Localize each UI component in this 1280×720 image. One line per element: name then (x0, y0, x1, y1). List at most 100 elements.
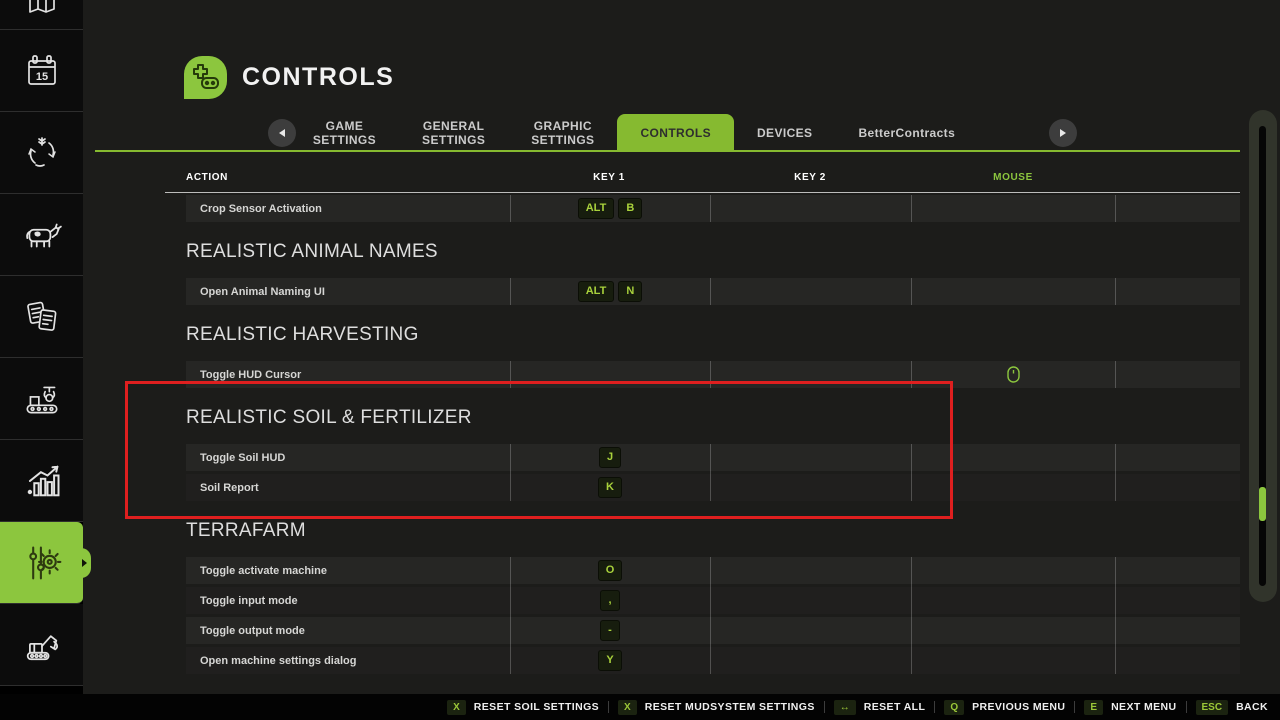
spacer-cell (1115, 557, 1240, 584)
tab-graphic-settings[interactable]: GRAPHIC SETTINGS (508, 114, 617, 152)
production-icon (21, 378, 63, 420)
footer-action-next-menu[interactable]: ENEXT MENU (1084, 700, 1176, 715)
page-header: CONTROLS (184, 56, 394, 99)
mouse-cell[interactable] (911, 361, 1115, 388)
keybinding-row[interactable]: Open Animal Naming UIALTN (186, 278, 1240, 305)
scrollbar[interactable] (1249, 110, 1277, 602)
key-badge: N (618, 281, 642, 302)
action-label: Toggle HUD Cursor (186, 361, 510, 388)
mouse-cell[interactable] (911, 557, 1115, 584)
key2-cell[interactable] (710, 444, 911, 471)
key1-cell[interactable]: ALTB (510, 195, 710, 222)
tab-general-settings[interactable]: GENERAL SETTINGS (399, 114, 508, 152)
column-divider (510, 444, 511, 501)
key2-cell[interactable] (710, 647, 911, 674)
key2-cell[interactable] (710, 278, 911, 305)
key-hint-badge: Q (944, 700, 964, 715)
keybinding-row[interactable]: Toggle HUD Cursor (186, 361, 1240, 388)
scrollbar-track[interactable] (1259, 126, 1266, 586)
footer-action-reset-soil-settings[interactable]: X RESET SOIL SETTINGS (447, 700, 599, 715)
sidebar-item-crop-rotation[interactable] (0, 112, 83, 194)
column-divider (1115, 557, 1116, 674)
mouse-cell[interactable] (911, 195, 1115, 222)
keybinding-row[interactable]: Soil ReportK (186, 474, 1240, 501)
key1-cell[interactable]: , (510, 587, 710, 614)
footer-separator (1186, 701, 1187, 713)
sidebar-item-contracts[interactable] (0, 276, 83, 358)
scrollbar-thumb[interactable] (1259, 487, 1266, 521)
sidebar-item-animals[interactable] (0, 194, 83, 276)
column-header-key-2: KEY 2 (794, 172, 826, 183)
keybinding-row[interactable]: Crop Sensor ActivationALTB (186, 195, 1240, 222)
tab-bettercontracts[interactable]: BetterContracts (835, 114, 978, 152)
chevron-left-icon (279, 129, 285, 137)
column-divider (710, 195, 711, 222)
keybinding-row[interactable]: Toggle input mode, (186, 587, 1240, 614)
footer-action-reset-mudsystem-settings[interactable]: XRESET MUDSYSTEM SETTINGS (618, 700, 815, 715)
keybinding-row[interactable]: Open machine settings dialogY (186, 647, 1240, 674)
crop-rotation-icon (22, 133, 62, 173)
key1-cell[interactable]: Y (510, 647, 710, 674)
column-header-key-1: KEY 1 (593, 172, 625, 183)
action-label: Crop Sensor Activation (186, 195, 510, 222)
footer-action-label: RESET ALL (864, 701, 926, 713)
tab-devices[interactable]: DEVICES (734, 114, 835, 152)
key-badge: ALT (578, 281, 615, 302)
sidebar: 15 (0, 0, 83, 694)
footer-action-label: RESET SOIL SETTINGS (474, 701, 599, 713)
mouse-cell[interactable] (911, 647, 1115, 674)
key2-cell[interactable] (710, 557, 911, 584)
footer-bar: X RESET SOIL SETTINGS XRESET MUDSYSTEM SET… (0, 694, 1280, 720)
footer-action-label: RESET MUDSYSTEM SETTINGS (645, 701, 815, 713)
tabs-next-button[interactable] (1049, 119, 1077, 147)
sidebar-item-production[interactable] (0, 358, 83, 440)
app-window: 15 (0, 0, 1280, 720)
key-badge: , (600, 590, 619, 611)
sidebar-item-map[interactable] (0, 0, 83, 30)
key-badge: ALT (578, 198, 615, 219)
excavator-icon (20, 623, 64, 667)
key-hint-badge: X (447, 700, 466, 715)
key1-cell[interactable]: J (510, 444, 710, 471)
keybinding-row[interactable]: Toggle Soil HUDJ (186, 444, 1240, 471)
key-badge: K (598, 477, 622, 498)
sidebar-item-settings[interactable] (0, 522, 83, 604)
keybinding-row[interactable]: Toggle output mode- (186, 617, 1240, 644)
key1-cell[interactable] (510, 361, 710, 388)
key2-cell[interactable] (710, 361, 911, 388)
column-divider (911, 557, 912, 674)
spacer-cell (1115, 587, 1240, 614)
key1-cell[interactable]: K (510, 474, 710, 501)
footer-action-reset-all[interactable]: ↔RESET ALL (834, 700, 926, 715)
mouse-cell[interactable] (911, 444, 1115, 471)
mouse-cell[interactable] (911, 617, 1115, 644)
mouse-cell[interactable] (911, 278, 1115, 305)
key2-cell[interactable] (710, 195, 911, 222)
column-divider (510, 278, 511, 305)
key1-cell[interactable]: ALTN (510, 278, 710, 305)
column-divider (710, 361, 711, 388)
mouse-cell[interactable] (911, 587, 1115, 614)
footer-action-previous-menu[interactable]: Q PREVIOUS MENU (944, 700, 1065, 715)
footer-separator (934, 701, 935, 713)
keybinding-row[interactable]: Toggle activate machineO (186, 557, 1240, 584)
sidebar-item-calendar[interactable]: 15 (0, 30, 83, 112)
sidebar-item-construction[interactable] (0, 604, 83, 686)
statistics-icon (20, 459, 64, 503)
key2-cell[interactable] (710, 587, 911, 614)
tab-controls[interactable]: CONTROLS (617, 114, 734, 152)
action-label: Open machine settings dialog (186, 647, 510, 674)
spacer-cell (1115, 361, 1240, 388)
tab-game-settings[interactable]: GAME SETTINGS (290, 114, 399, 152)
column-divider (1115, 361, 1116, 388)
footer-action-label: PREVIOUS MENU (972, 701, 1065, 713)
mouse-cell[interactable] (911, 474, 1115, 501)
footer-action-back[interactable]: ESCBACK (1196, 700, 1269, 715)
key2-cell[interactable] (710, 474, 911, 501)
key2-cell[interactable] (710, 617, 911, 644)
section-title: REALISTIC HARVESTING (186, 308, 1240, 361)
action-label: Toggle input mode (186, 587, 510, 614)
key1-cell[interactable]: O (510, 557, 710, 584)
key1-cell[interactable]: - (510, 617, 710, 644)
sidebar-item-statistics[interactable] (0, 440, 83, 522)
